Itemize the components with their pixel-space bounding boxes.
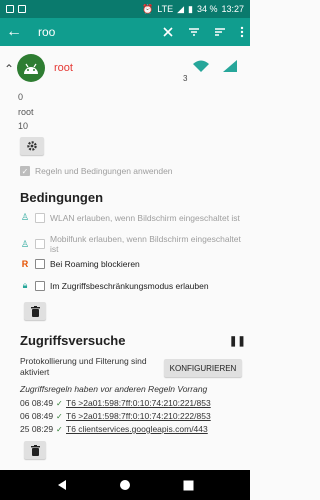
check-icon: ✓ (56, 398, 63, 408)
apply-rules-label: Regeln und Bedingungen anwenden (35, 166, 173, 176)
condition-lockdown-row[interactable]: 🔒︎ Im Zugriffsbeschränkungsmodus erlaube… (20, 280, 209, 291)
nav-home-icon[interactable] (119, 479, 131, 491)
condition-roaming-row[interactable]: R Bei Roaming blockieren (20, 259, 140, 269)
access-time: 25 08:29 (20, 424, 54, 434)
check-icon: ✓ (56, 424, 63, 434)
trash-icon (30, 444, 40, 456)
check-icon: ✓ (56, 411, 63, 421)
access-time: 06 08:49 (20, 398, 54, 408)
condition-lockdown-label: Im Zugriffsbeschränkungsmodus erlauben (50, 280, 209, 291)
signal-status-icon: ◢ (177, 3, 184, 14)
clock: 13:27 (221, 4, 244, 14)
access-destination[interactable]: T6 clientservices.googleapis.com/443 (66, 424, 208, 434)
access-time: 06 08:49 (20, 411, 54, 421)
app-uid: 0 (18, 92, 24, 102)
android-icon (17, 54, 45, 82)
pause-icon[interactable]: ❚❚ (229, 336, 246, 347)
app-bar: ← (0, 18, 250, 46)
app-label: root (18, 107, 34, 117)
apply-rules-checkbox[interactable]: ✓ (20, 166, 30, 176)
notification-icon (18, 5, 26, 13)
app-count: 3 (183, 74, 188, 83)
condition-wlan-checkbox[interactable] (35, 212, 45, 223)
condition-mobile-label: Mobilfunk erlauben, wenn Bildschirm eing… (50, 234, 241, 254)
battery-level: 34 % (196, 4, 218, 14)
status-bar: ⏰ LTE ◢ ▮ 34 % 13:27 (0, 0, 250, 18)
screen-on-icon: ♙ (20, 212, 30, 222)
settings-button[interactable] (20, 137, 44, 155)
condition-wlan-row[interactable]: ♙ WLAN erlauben, wenn Bildschirm eingesc… (20, 212, 240, 223)
condition-roaming-label: Bei Roaming blockieren (50, 259, 140, 269)
condition-mobile-row[interactable]: ♙ Mobilfunk erlauben, wenn Bildschirm ei… (20, 234, 250, 254)
sort-icon[interactable] (214, 26, 226, 38)
conditions-title: Bedingungen (20, 190, 104, 205)
close-icon[interactable] (162, 26, 174, 38)
gear-icon (27, 141, 37, 151)
app-value: 10 (18, 121, 29, 131)
condition-lockdown-checkbox[interactable] (35, 280, 45, 291)
screen-on-icon: ♙ (20, 238, 30, 249)
alarm-icon: ⏰ (142, 3, 154, 14)
protocol-status-text: Protokollierung und Filterung sind aktiv… (20, 356, 147, 377)
filter-icon[interactable] (188, 26, 200, 38)
access-row[interactable]: 06 08:49 ✓ T6 >2a01:598:7ff:0:10:74:210:… (20, 411, 211, 421)
lte-indicator: LTE (157, 4, 174, 14)
navigation-bar (0, 470, 250, 500)
nav-recents-icon[interactable] (183, 480, 194, 491)
mobile-signal-icon[interactable] (223, 60, 237, 72)
more-options-icon[interactable] (240, 26, 244, 38)
trash-icon (30, 305, 40, 317)
access-title: Zugriffsversuche (20, 333, 126, 348)
back-arrow-icon[interactable]: ← (6, 23, 24, 41)
notification-icon (6, 5, 14, 13)
app-row[interactable]: ⌃ root 3 (0, 50, 250, 90)
roaming-icon: R (21, 259, 29, 269)
delete-rules-button[interactable] (24, 302, 46, 320)
access-row[interactable]: 06 08:49 ✓ T6 >2a01:598:7ff:0:10:74:210:… (20, 398, 211, 408)
access-row[interactable]: 25 08:29 ✓ T6 clientservices.googleapis.… (20, 424, 208, 434)
app-name: root (54, 62, 73, 74)
lock-icon: 🔒︎ (22, 280, 28, 290)
chevron-up-icon[interactable]: ⌃ (4, 62, 14, 76)
condition-wlan-label: WLAN erlauben, wenn Bildschirm eingescha… (50, 212, 240, 223)
wifi-icon[interactable] (193, 60, 209, 72)
search-input[interactable] (38, 25, 148, 39)
battery-icon: ▮ (188, 3, 193, 14)
condition-mobile-checkbox[interactable] (35, 239, 45, 249)
configure-button[interactable]: KONFIGURIEREN (164, 359, 242, 377)
apply-rules-row[interactable]: ✓ Regeln und Bedingungen anwenden (20, 166, 173, 176)
condition-roaming-checkbox[interactable] (35, 259, 45, 269)
access-destination[interactable]: T6 >2a01:598:7ff:0:10:74:210:222/853 (66, 411, 211, 421)
priority-note: Zugriffsregeln haben vor anderen Regeln … (20, 384, 208, 394)
access-destination[interactable]: T6 >2a01:598:7ff:0:10:74:210:221/853 (66, 398, 211, 408)
delete-log-button[interactable] (24, 441, 46, 459)
nav-back-icon[interactable] (56, 479, 68, 491)
